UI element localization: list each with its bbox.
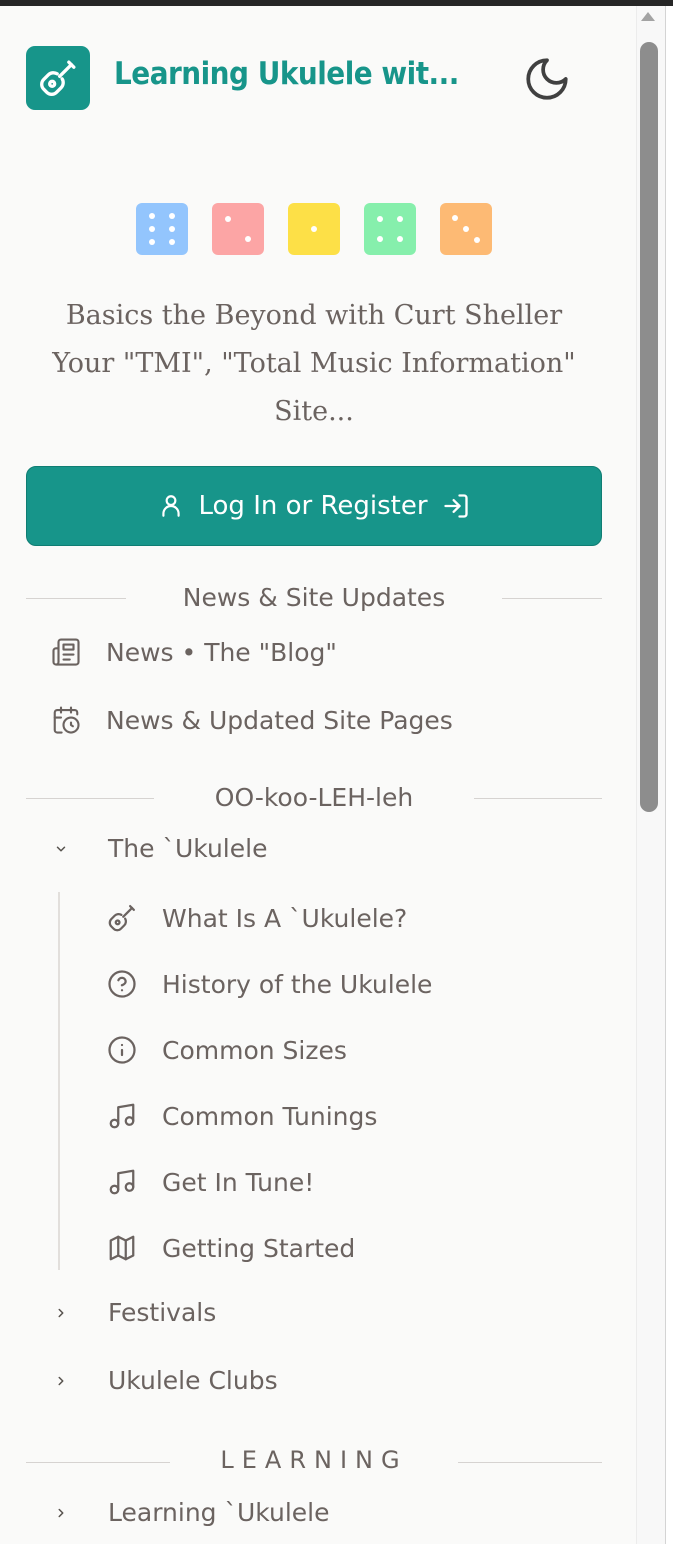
nav-group-ukulele-clubs[interactable]: Ukulele Clubs [54, 1366, 278, 1395]
subnav-guide-line [58, 892, 60, 1270]
nav-group-label: Ukulele Clubs [108, 1366, 278, 1395]
moon-icon [526, 58, 568, 100]
nav-item-what-is-ukulele[interactable]: What Is A `Ukulele? [106, 902, 407, 934]
scrollbar-thumb[interactable] [640, 42, 658, 812]
dice-pip [169, 213, 175, 219]
window-right-edge [665, 6, 673, 1544]
site-title[interactable]: Learning Ukulele wit... [114, 56, 459, 92]
theme-toggle-button[interactable] [522, 54, 572, 104]
tagline-line-2: Your "TMI", "Total Music Information" [52, 348, 576, 379]
music-note-icon [106, 1100, 138, 1132]
ukulele-icon [40, 60, 76, 96]
dice-icon [212, 203, 264, 255]
calendar-clock-icon [50, 704, 82, 736]
nav-label: News • The "Blog" [106, 637, 337, 667]
ukulele-icon [106, 902, 138, 934]
tagline-line-1: Basics the Beyond with Curt Sheller [65, 300, 563, 331]
nav-group-festivals[interactable]: Festivals [54, 1298, 216, 1327]
dice-pip [397, 236, 403, 242]
nav-label: Getting Started [162, 1233, 356, 1263]
nav-group-the-ukulele[interactable]: The `Ukulele [54, 834, 267, 863]
dice-pip [377, 236, 383, 242]
chevron-down-icon [54, 842, 68, 856]
dice-icon [440, 203, 492, 255]
chevron-right-icon [54, 1306, 68, 1320]
nav-label: Get In Tune! [162, 1167, 315, 1197]
newspaper-icon [50, 636, 82, 668]
map-icon [106, 1232, 138, 1264]
dice-pip [474, 237, 480, 243]
nav-group-label: Learning `Ukulele [108, 1498, 330, 1527]
chevron-right-icon [54, 1374, 68, 1388]
dice-pip [169, 226, 175, 232]
dice-pip [149, 226, 155, 232]
nav-label: Common Tunings [162, 1101, 378, 1131]
dice-icon [288, 203, 340, 255]
dice-pip [452, 215, 458, 221]
dice-icon [364, 203, 416, 255]
nav-item-history[interactable]: History of the Ukulele [106, 968, 432, 1000]
user-icon [162, 495, 181, 517]
dice-icon [136, 203, 188, 255]
site-logo[interactable] [26, 46, 90, 110]
login-label: Log In or Register [198, 491, 428, 521]
dice-pip [377, 216, 383, 222]
dice-pip [225, 216, 231, 222]
nav-item-getting-started[interactable]: Getting Started [106, 1232, 355, 1264]
nav-group-learning-ukulele[interactable]: Learning `Ukulele [54, 1498, 329, 1527]
nav-item-common-sizes[interactable]: Common Sizes [106, 1034, 347, 1066]
site-tagline: Basics the Beyond with Curt Sheller Your… [26, 292, 602, 436]
dice-pip [149, 239, 155, 245]
question-circle-icon [106, 968, 138, 1000]
scroll-up-arrow-icon[interactable] [641, 12, 655, 21]
nav-item-news-blog[interactable]: News • The "Blog" [50, 636, 337, 668]
login-register-button[interactable]: Log In or Register [26, 466, 602, 546]
section-heading-ookoo: OO-koo-LEH-leh [214, 783, 414, 812]
music-note-icon [106, 1166, 138, 1198]
tagline-line-3: Site... [274, 396, 354, 427]
info-circle-icon [106, 1034, 138, 1066]
dice-pip [169, 239, 175, 245]
nav-group-label: Festivals [108, 1298, 217, 1327]
dice-pip [149, 213, 155, 219]
chevron-right-icon [54, 1506, 68, 1520]
nav-group-label: The `Ukulele [108, 834, 268, 863]
nav-item-common-tunings[interactable]: Common Tunings [106, 1100, 377, 1132]
login-arrow-icon [443, 494, 468, 518]
nav-item-get-in-tune[interactable]: Get In Tune! [106, 1166, 314, 1198]
dice-pip [311, 226, 317, 232]
nav-label: News & Updated Site Pages [106, 705, 453, 735]
section-heading-news: News & Site Updates [182, 583, 446, 612]
nav-item-updated-pages[interactable]: News & Updated Site Pages [50, 704, 453, 736]
nav-label: History of the Ukulele [162, 969, 433, 999]
section-heading-learning: LEARNING [220, 1446, 408, 1474]
dice-pip [245, 236, 251, 242]
nav-label: What Is A `Ukulele? [162, 903, 408, 933]
nav-label: Common Sizes [162, 1035, 347, 1065]
dice-pip [463, 226, 469, 232]
dice-pip [397, 216, 403, 222]
